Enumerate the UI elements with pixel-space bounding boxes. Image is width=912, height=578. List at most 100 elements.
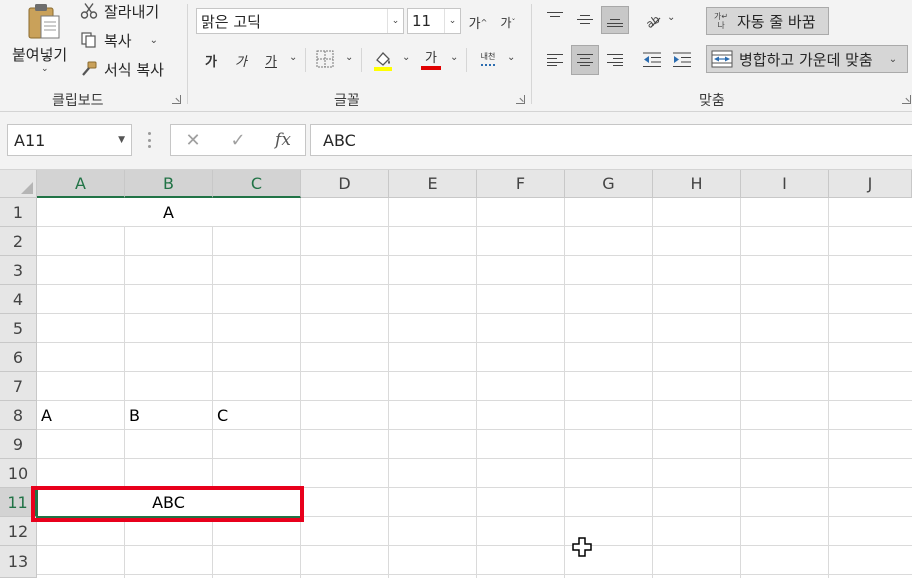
decrease-indent-icon [643, 52, 661, 67]
bottom-align-button[interactable] [601, 6, 629, 34]
orientation-button[interactable]: ab [641, 8, 665, 32]
chevron-down-icon[interactable]: ▼ [118, 135, 125, 145]
chevron-down-icon[interactable]: ⌄ [402, 52, 410, 63]
wrap-text-button[interactable]: 가↵ 나 자동 줄 바꿈 [706, 7, 829, 35]
fill-color-icon[interactable] [372, 48, 394, 72]
align-center-button[interactable] [571, 45, 599, 75]
ribbon-divider [361, 48, 362, 72]
name-box[interactable]: A11 ▼ [7, 124, 132, 156]
column-header-g[interactable]: G [565, 170, 653, 198]
gridline [37, 545, 912, 546]
chevron-down-icon: ⌄ [41, 64, 49, 74]
formula-input[interactable]: ABC [310, 124, 912, 156]
decrease-font-size-button[interactable]: 가ˇ [496, 10, 520, 34]
cell-a8[interactable]: A [37, 401, 124, 429]
row-header-2[interactable]: 2 [0, 227, 37, 256]
cell-cursor-icon [572, 537, 592, 557]
shrink-font-glyph: 가 [500, 15, 512, 30]
row-header-5[interactable]: 5 [0, 314, 37, 343]
decrease-indent-button[interactable] [640, 46, 664, 74]
font-name-select[interactable]: 맑은 고딕 ⌄ [196, 8, 404, 34]
underline-glyph: 가 [265, 54, 277, 70]
font-color-swatch [421, 65, 441, 70]
row-header-8[interactable]: 8 [0, 401, 37, 430]
chevron-down-icon[interactable]: ⌄ [507, 52, 515, 63]
resize-handle-icon[interactable] [147, 132, 151, 148]
gridline [37, 255, 912, 256]
middle-align-button[interactable] [572, 6, 598, 32]
row-header-3[interactable]: 3 [0, 256, 37, 285]
insert-function-button[interactable]: fx [269, 129, 297, 151]
column-header-d[interactable]: D [301, 170, 389, 198]
increase-font-size-button[interactable]: 가 ^ [466, 10, 490, 34]
align-right-button[interactable] [602, 46, 628, 74]
worksheet-grid[interactable]: A B C D E F G H I J 1 2 3 4 5 6 7 8 9 10… [0, 170, 912, 578]
row-header-7[interactable]: 7 [0, 372, 37, 401]
cancel-icon[interactable]: ✕ [179, 129, 207, 151]
grow-font-glyph: 가 [468, 16, 481, 32]
row-header-10[interactable]: 10 [0, 459, 37, 488]
chevron-down-icon[interactable]: ⌄ [387, 9, 403, 33]
chevron-down-icon[interactable]: ⌄ [444, 9, 460, 33]
cell-c8[interactable]: C [213, 401, 300, 429]
format-painter-button[interactable]: 서식 복사 [80, 58, 164, 80]
wrap-text-icon: 가↵ 나 [713, 12, 729, 30]
top-align-icon [547, 12, 563, 26]
clipboard-dialog-launcher-icon[interactable] [172, 95, 181, 104]
column-header-h[interactable]: H [653, 170, 741, 198]
ribbon: 붙여넣기 ⌄ 잘라내기 복사 ⌄ 서식 복사 클립보드 맑은 고딕 ⌄ 11 ⌄… [0, 0, 912, 112]
column-header-c[interactable]: C [213, 170, 301, 198]
chevron-down-icon[interactable]: ⌄ [150, 35, 158, 46]
wrap-text-label: 자동 줄 바꿈 [737, 12, 816, 31]
align-left-button[interactable] [542, 46, 568, 74]
underline-button[interactable]: 가 [259, 48, 283, 72]
top-align-button[interactable] [542, 6, 568, 32]
copy-button[interactable]: 복사 ⌄ [80, 29, 158, 51]
font-size-select[interactable]: 11 ⌄ [407, 8, 461, 34]
italic-glyph: 가 [235, 54, 247, 70]
column-header-a[interactable]: A [37, 170, 125, 198]
ribbon-divider [531, 4, 532, 104]
column-header-i[interactable]: I [741, 170, 829, 198]
italic-button[interactable]: 가 [230, 48, 252, 72]
chevron-down-icon[interactable]: ⌄ [450, 52, 458, 63]
bold-glyph: 가 [205, 54, 217, 70]
bold-button[interactable]: 가 [200, 48, 222, 72]
row-header-1[interactable]: 1 [0, 198, 37, 227]
row-header-4[interactable]: 4 [0, 285, 37, 314]
alignment-dialog-launcher-icon[interactable] [902, 95, 911, 104]
increase-indent-button[interactable] [670, 46, 694, 74]
row-header-6[interactable]: 6 [0, 343, 37, 372]
merged-cell-a1[interactable]: A [37, 198, 300, 226]
alignment-group-label: 맞춤 [699, 93, 725, 109]
chevron-down-icon[interactable]: ⌄ [289, 52, 297, 63]
phonetic-underline-icon [481, 61, 495, 66]
merge-center-icon [711, 50, 733, 68]
cut-button[interactable]: 잘라내기 [80, 0, 159, 22]
name-box-value: A11 [14, 130, 46, 150]
column-header-j[interactable]: J [829, 170, 912, 198]
column-header-e[interactable]: E [389, 170, 477, 198]
phonetic-glyph: 내천 [480, 51, 496, 61]
row-header-13[interactable]: 13 [0, 546, 37, 578]
phonetic-guide-button[interactable]: 내천 [476, 46, 500, 72]
enter-icon[interactable]: ✓ [224, 129, 252, 151]
borders-icon[interactable] [316, 50, 334, 68]
middle-align-icon [577, 12, 593, 26]
select-all-button[interactable] [0, 170, 37, 198]
gridline [37, 226, 912, 227]
chevron-down-icon[interactable]: ⌄ [667, 12, 675, 23]
align-left-icon [547, 54, 563, 66]
column-header-b[interactable]: B [125, 170, 213, 198]
cell-b8[interactable]: B [125, 401, 212, 429]
paste-button[interactable]: 붙여넣기 ⌄ [6, 0, 74, 86]
font-dialog-launcher-icon[interactable] [516, 95, 525, 104]
font-color-button[interactable]: 가 [419, 44, 443, 72]
row-header-9[interactable]: 9 [0, 430, 37, 459]
font-name-value: 맑은 고딕 [201, 12, 261, 31]
merge-center-button[interactable]: 병합하고 가운데 맞춤 ⌄ [706, 45, 908, 73]
bottom-align-icon [607, 13, 623, 27]
chevron-down-icon[interactable]: ⌄ [889, 54, 897, 65]
chevron-down-icon[interactable]: ⌄ [345, 52, 353, 63]
column-header-f[interactable]: F [477, 170, 565, 198]
